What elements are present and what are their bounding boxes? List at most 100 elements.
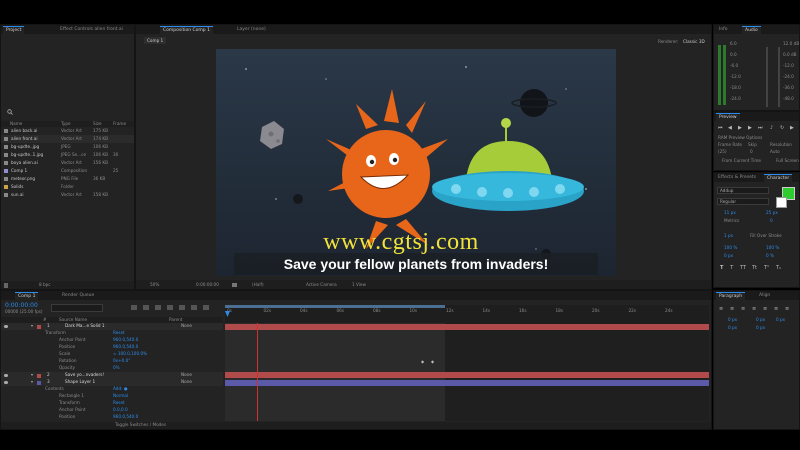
expand-arrow-icon[interactable]: ▾ bbox=[31, 372, 33, 377]
tab-info[interactable]: Info bbox=[716, 26, 731, 34]
tab-effects-presets[interactable]: Effects & Presets bbox=[715, 174, 759, 182]
justify-all-icon[interactable]: ≡ bbox=[785, 306, 789, 312]
property-value[interactable]: 0x+0.0° bbox=[113, 358, 130, 364]
property-value[interactable]: Normal bbox=[113, 393, 128, 399]
comp-flowchart-icon[interactable] bbox=[131, 305, 137, 310]
project-list-item[interactable]: alien back.ai Vector Art 175 KB bbox=[1, 127, 134, 135]
align-right-icon[interactable]: ≡ bbox=[741, 306, 745, 312]
layer-parent[interactable]: None bbox=[181, 379, 192, 385]
property-value[interactable]: 0% bbox=[113, 365, 120, 371]
ram-preview-icon[interactable]: ▶ bbox=[790, 125, 794, 131]
search-icon[interactable] bbox=[7, 109, 13, 115]
timecode-display[interactable]: 0:00:00:00 bbox=[5, 302, 38, 309]
keyframe-icon[interactable]: ◆ bbox=[421, 359, 424, 364]
subscript-button[interactable]: T₁ bbox=[776, 265, 781, 271]
last-frame-icon[interactable]: ⏭ bbox=[758, 125, 763, 131]
tab-align[interactable]: Align bbox=[756, 292, 773, 300]
ram-preview-label[interactable]: RAM Preview Options bbox=[718, 135, 762, 141]
tab-layer[interactable]: Layer (none) bbox=[234, 26, 269, 34]
stroke-mode-select[interactable]: Fill Over Stroke bbox=[750, 233, 782, 239]
all-caps-button[interactable]: TT bbox=[740, 265, 746, 271]
visibility-eye-icon[interactable] bbox=[4, 374, 8, 377]
tab-project[interactable]: Project bbox=[3, 26, 25, 35]
space-after-value[interactable]: 0 px bbox=[756, 325, 765, 331]
full-screen-checkbox[interactable]: Full Screen bbox=[776, 158, 799, 164]
graph-editor-icon[interactable] bbox=[203, 305, 209, 310]
shy-icon[interactable] bbox=[155, 305, 161, 310]
tab-preview[interactable]: Preview bbox=[716, 113, 740, 122]
current-time-indicator[interactable] bbox=[225, 311, 230, 317]
layer-label-color[interactable] bbox=[37, 381, 41, 385]
layer-row[interactable]: ▾ 3 Shape Layer 1 None bbox=[1, 379, 223, 386]
audio-toggle-icon[interactable]: ♪ bbox=[770, 125, 773, 131]
view-value[interactable]: 1 View bbox=[352, 282, 366, 288]
volume-slider-right[interactable] bbox=[778, 47, 780, 107]
project-list-item[interactable]: boya alien.ai Vector Art 156 KB bbox=[1, 159, 134, 167]
project-list-item[interactable]: alien front.ai Vector Art 174 KB bbox=[1, 135, 134, 143]
prev-frame-icon[interactable]: ◀ bbox=[728, 125, 732, 131]
property-value[interactable]: Reset bbox=[113, 330, 125, 336]
comp-subtab[interactable]: Comp 1 bbox=[144, 37, 167, 44]
indent-left-value[interactable]: 0 px bbox=[728, 317, 737, 323]
kerning-value[interactable]: Metrics bbox=[724, 218, 739, 224]
justify-right-icon[interactable]: ≡ bbox=[774, 306, 778, 312]
tab-audio[interactable]: Audio bbox=[742, 26, 761, 35]
font-family-select[interactable]: Addup bbox=[717, 187, 769, 194]
tracking-value[interactable]: 0 bbox=[770, 218, 773, 224]
timeline-search-input[interactable] bbox=[51, 304, 103, 312]
layer-parent[interactable]: None bbox=[181, 323, 192, 329]
stroke-color-swatch[interactable] bbox=[776, 197, 787, 208]
camera-value[interactable]: Active Camera bbox=[306, 282, 337, 288]
loop-icon[interactable]: ↻ bbox=[780, 125, 784, 131]
skip-value[interactable]: 0 bbox=[750, 149, 753, 155]
tsume-value[interactable]: 0 % bbox=[766, 253, 774, 259]
indent-right-value[interactable]: 0 px bbox=[756, 317, 765, 323]
expand-arrow-icon[interactable]: ▾ bbox=[31, 323, 33, 328]
zoom-value[interactable]: 50% bbox=[150, 282, 159, 288]
visibility-eye-icon[interactable] bbox=[4, 381, 8, 384]
indent-first-value[interactable]: 0 px bbox=[776, 317, 785, 323]
justify-left-icon[interactable]: ≡ bbox=[752, 306, 756, 312]
font-style-select[interactable]: Regular bbox=[717, 198, 769, 205]
track-bar-layer-1[interactable] bbox=[225, 324, 709, 330]
first-frame-icon[interactable]: ⏮ bbox=[718, 125, 723, 131]
baseline-value[interactable]: 0 px bbox=[724, 253, 733, 259]
tab-effect-controls[interactable]: Effect Controls alien front.ai bbox=[57, 26, 126, 34]
toggle-switches-modes[interactable]: Toggle Switches / Modes bbox=[115, 422, 166, 428]
layer-row[interactable]: ▾ 1 Dark Ma...e Solid 1 None bbox=[1, 323, 223, 330]
volume-slider-left[interactable] bbox=[766, 47, 768, 107]
tab-comp-1[interactable]: Comp 1 bbox=[15, 292, 39, 301]
play-icon[interactable]: ▶ bbox=[738, 125, 742, 131]
faux-bold-button[interactable]: T bbox=[720, 265, 723, 271]
vscale-value[interactable]: 100 % bbox=[724, 245, 737, 251]
resolution-value[interactable]: (Half) bbox=[252, 282, 264, 288]
stroke-width-value[interactable]: 1 px bbox=[724, 233, 733, 239]
project-list-item[interactable]: bg-updte..1.jpg JPEG Se...ce 106 KB 30 bbox=[1, 151, 134, 159]
layer-label-color[interactable] bbox=[37, 325, 41, 329]
timecode-value[interactable]: 0:00:00:00 bbox=[196, 282, 219, 288]
tab-composition[interactable]: Composition Comp 1 bbox=[160, 26, 213, 35]
superscript-button[interactable]: T¹ bbox=[764, 265, 769, 271]
draft-3d-icon[interactable] bbox=[143, 305, 149, 310]
framerate-value[interactable]: (25) bbox=[718, 149, 727, 155]
from-current-checkbox[interactable]: From Current Time bbox=[722, 158, 761, 164]
project-list-item[interactable]: Solids Folder bbox=[1, 183, 134, 191]
keyframe-icon[interactable]: ◆ bbox=[431, 359, 434, 364]
track-bar-layer-2[interactable] bbox=[225, 372, 709, 378]
project-list-item[interactable]: sun.ai Vector Art 158 KB bbox=[1, 191, 134, 199]
tab-render-queue[interactable]: Render Queue bbox=[59, 292, 97, 300]
layer-label-color[interactable] bbox=[37, 374, 41, 378]
time-ruler[interactable]: 0s 02s 04s 06s 08s 10s 12s 14s 16s 18s 20s 22s 24s bbox=[225, 305, 709, 323]
property-value[interactable]: Add: ● bbox=[113, 386, 128, 392]
project-list-item[interactable]: Comp 1 Composition 25 bbox=[1, 167, 134, 175]
property-value[interactable]: ∞ 100.0,100.0% bbox=[113, 351, 147, 357]
snapshot-icon[interactable] bbox=[232, 283, 237, 287]
next-frame-icon[interactable]: ▶ bbox=[748, 125, 752, 131]
align-center-icon[interactable]: ≡ bbox=[730, 306, 734, 312]
align-left-icon[interactable]: ≡ bbox=[719, 306, 723, 312]
property-value[interactable]: Reset bbox=[113, 400, 125, 406]
project-list-item[interactable]: meteor.png PNG File 36 KB bbox=[1, 175, 134, 183]
resolution-value[interactable]: Auto bbox=[770, 149, 780, 155]
motion-blur-icon[interactable] bbox=[179, 305, 185, 310]
justify-center-icon[interactable]: ≡ bbox=[763, 306, 767, 312]
